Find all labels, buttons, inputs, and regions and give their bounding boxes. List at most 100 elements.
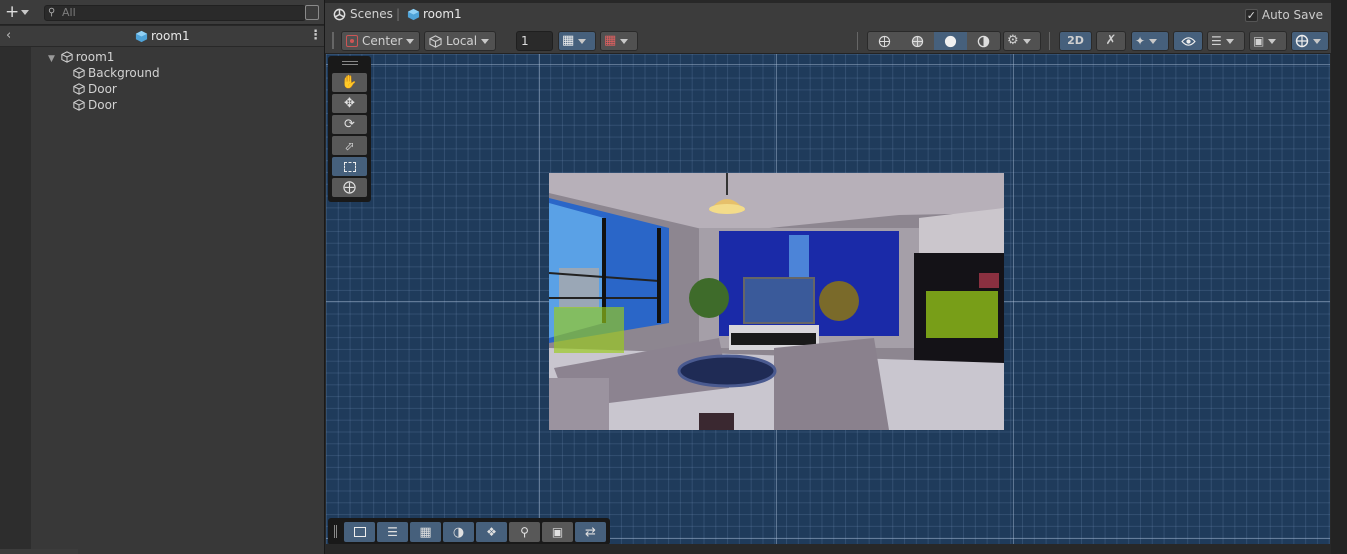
breadcrumb-scenes[interactable]: Scenes [333,7,393,21]
palette-grip-icon[interactable] [342,61,358,65]
light-off-icon: ✗ [1105,33,1117,48]
camera-dropdown[interactable]: ▣ [1249,31,1287,51]
sliders-icon: ☰ [387,525,398,539]
pivot-label: Center [362,34,403,48]
door-trigger-right[interactable] [926,291,998,338]
scene-title-label: room1 [151,29,190,43]
camera-icon: ▣ [1253,34,1265,48]
scene-visibility-toggle[interactable] [1173,31,1203,51]
unlit-button[interactable] [967,32,1000,50]
chevron-down-icon [1313,38,1321,44]
tree-item-room1[interactable]: ▼ room1 [48,49,114,65]
overlay-shuffle-button[interactable]: ⇄ [575,522,606,542]
auto-save-label: Auto Save [1261,8,1323,22]
hand-tool-button[interactable]: ✋ [332,73,367,92]
scene-viewport[interactable]: ✋ ✥ ⟳ ⬀ ⨁ ☰ ▦ ◑ ❖ ⚲ ▣ ⇄ [326,54,1330,544]
chevron-down-icon [481,38,490,44]
layers-dropdown[interactable]: ☰ [1207,31,1245,51]
shaded-button[interactable] [934,32,967,50]
create-button[interactable]: + [5,4,33,21]
overlay-toolbar: ☰ ▦ ◑ ❖ ⚲ ▣ ⇄ [328,518,610,544]
move-tool-button[interactable]: ✥ [332,94,367,113]
debug-draw-mode-button[interactable]: ⚙ [1003,31,1041,51]
grip-icon[interactable] [334,525,337,538]
overlay-layers-button[interactable]: ❖ [476,522,507,542]
checkbox-icon[interactable]: ✓ [1244,8,1258,22]
local-cube-icon [429,34,442,48]
overlay-grid-button[interactable]: ▦ [410,522,441,542]
gameobject-icon [73,99,85,111]
overlay-shading-button[interactable]: ◑ [443,522,474,542]
expand-arrow-icon[interactable]: ▼ [48,54,55,64]
pivot-center-dropdown[interactable]: Center [341,31,420,51]
tree-item-door[interactable]: Door [73,81,117,97]
2d-mode-toggle[interactable]: 2D [1059,31,1092,51]
tree-item-label: Door [88,82,117,96]
effects-dropdown[interactable]: ✦ [1131,31,1169,51]
auto-save-toggle[interactable]: ✓ Auto Save [1244,8,1323,22]
bottom-tab[interactable] [0,549,78,554]
tree-item-label: room1 [75,50,115,64]
gameobject-icon [73,67,85,79]
toolbar-divider [857,32,858,50]
rect-tool-button[interactable] [332,157,367,176]
toolbar-divider [1049,32,1050,50]
search-filter-icon[interactable] [305,5,319,20]
tool-palette: ✋ ✥ ⟳ ⬀ ⨁ [328,56,371,202]
transform-icon: ⨁ [343,180,356,195]
scene-breadcrumb-bar: Scenes | room1 ✓ Auto Save [325,3,1331,28]
chevron-down-icon [1268,38,1277,44]
eye-icon [1180,36,1196,46]
shaded-sphere-icon [944,35,957,47]
unity-cube-icon [407,8,420,20]
shaded-wireframe-button[interactable] [901,32,934,50]
tree-item-door[interactable]: Door [73,97,117,113]
chevron-down-icon [21,10,30,15]
gizmos-dropdown[interactable] [1291,31,1329,51]
rotate-tool-button[interactable]: ⟳ [332,115,367,134]
lighting-toggle[interactable]: ✗ [1096,31,1126,51]
breadcrumb-scenes-label: Scenes [350,7,393,21]
back-arrow-icon[interactable]: ‹ [6,28,11,43]
breadcrumb-room1[interactable]: room1 [407,7,462,21]
overlay-rect-button[interactable] [344,522,375,542]
hierarchy-search[interactable]: ⚲ All [44,5,306,21]
layers-icon: ❖ [486,525,497,539]
camera-icon: ▣ [551,525,564,539]
search-icon: ⚲ [48,7,56,18]
pivot-icon [346,35,358,47]
tree-item-background[interactable]: Background [73,65,160,81]
rect-icon [353,527,366,537]
increment-snap-button[interactable]: ▦ [600,31,638,51]
bug-icon: ⚙ [1007,33,1019,48]
effects-icon: ✦ [1135,34,1146,48]
transform-tool-button[interactable]: ⨁ [332,178,367,197]
chevron-down-icon [406,38,415,44]
increment-snap-icon: ▦ [604,33,617,48]
right-edge [1331,0,1347,554]
shading-mode-group [867,31,1001,51]
scene-toolbar: Center Local 1 ▦ ▦ ⚙ 2D ✗ ✦ ☰ ▣ [325,28,1331,54]
scene-title: room1 [135,29,190,43]
unlit-sphere-icon [977,35,990,47]
scale-tool-button[interactable]: ⬀ [332,136,367,155]
overlay-camera-button[interactable]: ▣ [542,522,573,542]
wireframe-shading-button[interactable] [868,32,901,50]
unity-cube-icon [135,30,148,42]
breadcrumb-separator: | [396,7,401,21]
hierarchy-toolbar: + ⚲ All [0,0,324,25]
grip-icon[interactable] [332,32,334,49]
scale-icon: ⬀ [344,138,355,153]
grid-snap-button[interactable]: ▦ [558,31,596,51]
door-trigger-left[interactable] [554,307,624,353]
more-menu-icon[interactable]: ⋮ [309,28,322,43]
overlay-search-button[interactable]: ⚲ [509,522,540,542]
grid-size-input[interactable]: 1 [516,31,553,51]
space-local-dropdown[interactable]: Local [424,31,496,51]
overlay-sliders-button[interactable]: ☰ [377,522,408,542]
search-icon: ⚲ [520,525,529,539]
grid-major-line [326,64,1330,65]
plus-icon: + [5,2,20,22]
hierarchy-gutter [0,47,31,554]
hand-icon: ✋ [341,75,358,90]
